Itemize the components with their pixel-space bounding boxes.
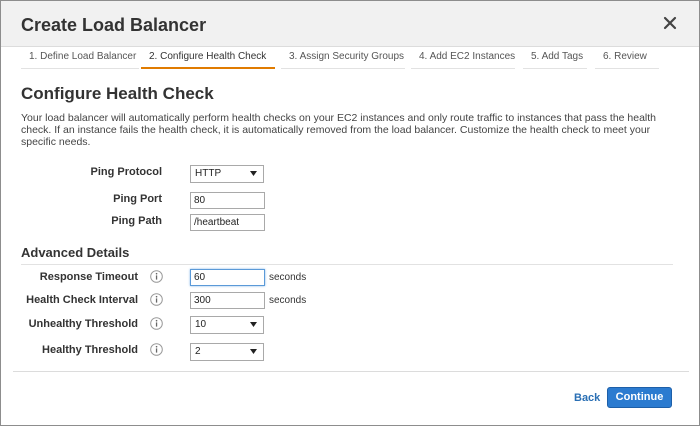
ping-protocol-label: Ping Protocol [90, 166, 163, 178]
ping-protocol-value: HTTP [195, 168, 222, 179]
section-title: Configure Health Check [21, 84, 214, 103]
unhealthy-threshold-value: 10 [195, 319, 207, 330]
response-timeout-unit: seconds [269, 272, 307, 283]
info-icon[interactable] [150, 270, 163, 283]
chevron-down-icon [249, 320, 258, 329]
step-assign-security-groups[interactable]: 3. Assign Security Groups [281, 47, 405, 69]
healthy-threshold-label: Healthy Threshold [42, 344, 138, 356]
step-configure-health-check[interactable]: 2. Configure Health Check [141, 47, 275, 69]
continue-button[interactable]: Continue [607, 387, 672, 408]
section-description: Your load balancer will automatically pe… [21, 112, 657, 148]
response-timeout-label: Response Timeout [39, 271, 138, 283]
healthy-threshold-value: 2 [195, 346, 201, 357]
advanced-divider [21, 264, 673, 265]
dialog-header: Create Load Balancer [1, 1, 699, 47]
health-check-interval-input[interactable] [190, 292, 265, 309]
chevron-down-icon [249, 169, 258, 178]
chevron-down-icon [249, 347, 258, 356]
back-button[interactable]: Back [574, 392, 600, 404]
step-add-tags[interactable]: 5. Add Tags [523, 47, 587, 69]
footer-divider [13, 371, 689, 372]
healthy-threshold-select[interactable]: 2 [190, 343, 264, 361]
step-review[interactable]: 6. Review [595, 47, 659, 69]
unhealthy-threshold-select[interactable]: 10 [190, 316, 264, 334]
ping-path-label: Ping Path [111, 215, 162, 227]
create-load-balancer-dialog: Create Load Balancer 1. Define Load Bala… [0, 0, 700, 426]
response-timeout-input[interactable] [190, 269, 265, 286]
info-icon[interactable] [150, 343, 163, 356]
unhealthy-threshold-label: Unhealthy Threshold [28, 318, 138, 330]
step-add-ec2-instances[interactable]: 4. Add EC2 Instances [411, 47, 515, 69]
info-icon[interactable] [150, 317, 163, 330]
ping-protocol-select[interactable]: HTTP [190, 165, 264, 183]
dialog-title: Create Load Balancer [21, 15, 207, 35]
ping-path-input[interactable] [190, 214, 265, 231]
close-icon[interactable] [661, 14, 679, 32]
step-define-load-balancer[interactable]: 1. Define Load Balancer [21, 47, 139, 69]
health-check-interval-label: Health Check Interval [26, 294, 138, 306]
ping-port-label: Ping Port [113, 193, 162, 205]
advanced-details-title: Advanced Details [21, 245, 130, 260]
info-icon[interactable] [150, 293, 163, 306]
ping-port-input[interactable] [190, 192, 265, 209]
wizard-steps: 1. Define Load Balancer 2. Configure Hea… [21, 47, 673, 69]
health-check-interval-unit: seconds [269, 295, 307, 306]
